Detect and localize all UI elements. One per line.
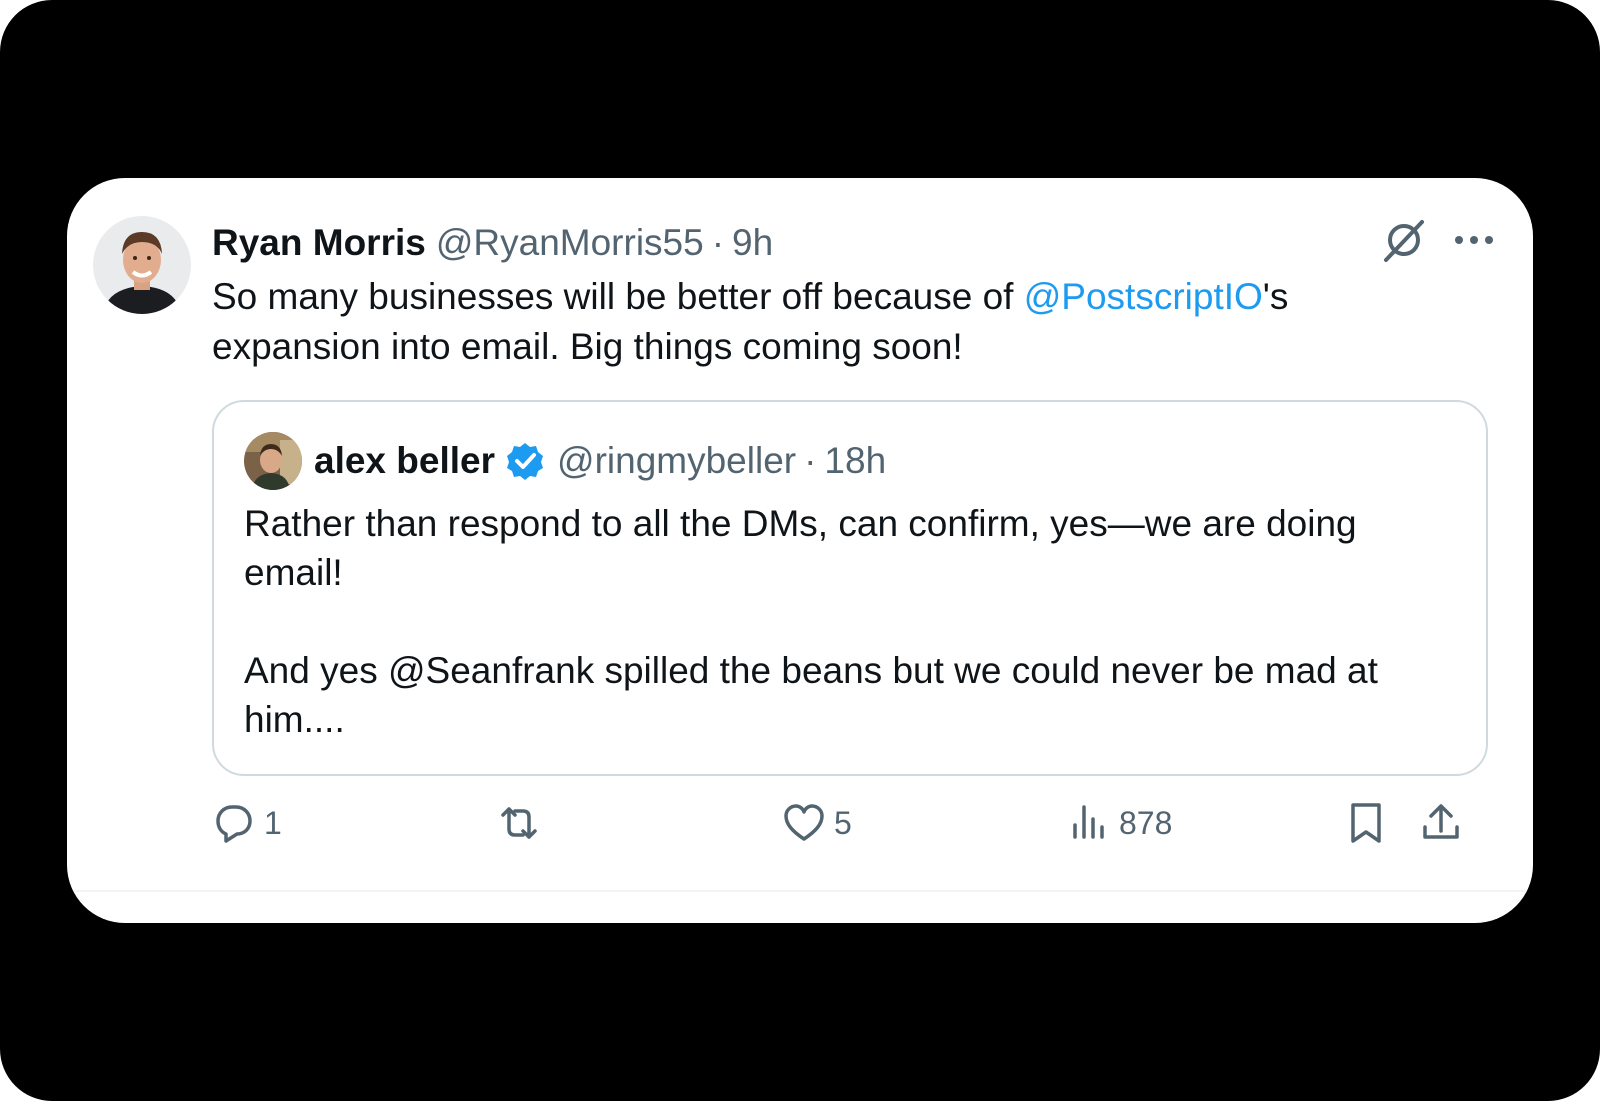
like-count: 5 <box>834 804 852 841</box>
views-button[interactable]: 878 <box>1067 798 1172 848</box>
reply-count: 1 <box>264 804 282 841</box>
mention-link[interactable]: @PostscriptIO <box>1024 276 1263 317</box>
views-count: 878 <box>1119 804 1173 841</box>
card-divider <box>67 890 1533 892</box>
quoted-tweet[interactable]: alex beller @ringmybeller · 18h Rather t… <box>212 400 1488 776</box>
heart-icon <box>784 804 824 841</box>
reply-button[interactable]: 1 <box>212 798 282 848</box>
quoted-tweet-text: Rather than respond to all the DMs, can … <box>244 499 1464 744</box>
quoted-header-separator: · <box>804 440 817 481</box>
verified-badge-icon <box>507 443 544 480</box>
bookmark-button[interactable] <box>1344 798 1388 848</box>
quoted-author-name[interactable]: alex beller <box>314 440 495 482</box>
tweet-header: Ryan Morris @RyanMorris55 · 9h <box>212 218 773 268</box>
author-name[interactable]: Ryan Morris <box>212 222 426 264</box>
quoted-timestamp[interactable]: 18h <box>824 440 886 482</box>
bookmark-icon <box>1351 803 1381 843</box>
screen-background: Ryan Morris @RyanMorris55 · 9h So many b… <box>0 0 1600 1101</box>
quoted-author-handle[interactable]: @ringmybeller <box>557 440 796 482</box>
author-avatar[interactable] <box>93 216 191 314</box>
quoted-tweet-header: alex beller @ringmybeller · 18h <box>314 436 886 486</box>
author-handle[interactable]: @RyanMorris55 <box>436 222 704 264</box>
like-button[interactable]: 5 <box>782 798 852 848</box>
quoted-author-avatar[interactable] <box>244 432 302 490</box>
quoted-paragraph-1: Rather than respond to all the DMs, can … <box>244 503 1357 593</box>
retweet-button[interactable] <box>497 798 549 848</box>
more-icon[interactable] <box>1451 220 1497 260</box>
tweet-card[interactable]: Ryan Morris @RyanMorris55 · 9h So many b… <box>67 178 1533 923</box>
tweet-timestamp[interactable]: 9h <box>732 222 773 264</box>
quoted-paragraph-2: And yes @Seanfrank spilled the beans but… <box>244 650 1378 740</box>
views-icon <box>1073 805 1104 839</box>
header-separator: · <box>711 222 725 263</box>
tweet-text: So many businesses will be better off be… <box>212 272 1462 372</box>
tweet-text-part: So many businesses will be better off be… <box>212 276 1024 317</box>
action-bar: 1 5 878 <box>67 798 1533 848</box>
retweet-icon <box>501 807 537 839</box>
reply-icon <box>216 805 252 843</box>
share-icon <box>1423 804 1459 839</box>
share-button[interactable] <box>1419 798 1463 848</box>
grok-icon[interactable] <box>1378 216 1428 266</box>
